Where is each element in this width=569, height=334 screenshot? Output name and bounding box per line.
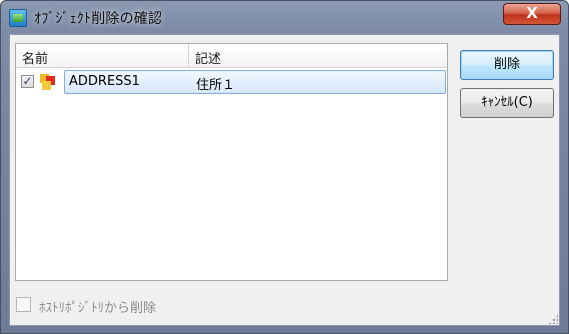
close-button[interactable]: X	[503, 3, 561, 25]
dialog-window: ｵﾌﾞｼﾞｪｸﾄ削除の確認 X 名前 記述 ✓ ADDRESS1 住所１ 削除 …	[0, 0, 569, 334]
app-icon	[9, 9, 27, 27]
column-header-name-label: 名前	[22, 52, 49, 67]
title-bar[interactable]: ｵﾌﾞｼﾞｪｸﾄ削除の確認 X	[1, 1, 568, 34]
close-icon: X	[526, 4, 538, 22]
resize-grip-icon[interactable]	[548, 314, 558, 324]
list-row[interactable]: ✓ ADDRESS1 住所１	[16, 70, 447, 94]
column-header-description-label: 記述	[195, 52, 222, 67]
object-list[interactable]: 名前 記述 ✓ ADDRESS1 住所１	[15, 43, 448, 281]
row-name-cell: ADDRESS1	[69, 74, 140, 89]
list-header: 名前 記述	[16, 44, 447, 68]
object-icon	[40, 74, 56, 90]
row-checkbox[interactable]: ✓	[21, 75, 34, 88]
row-description-cell: 住所１	[196, 78, 236, 93]
delete-button[interactable]: 削除	[460, 50, 554, 80]
column-header-description[interactable]: 記述	[189, 44, 447, 67]
cancel-button[interactable]: ｷｬﾝｾﾙ(C)	[460, 88, 554, 118]
remove-from-repository-label: ﾎｽﾄﾘﾎﾟｼﾞﾄﾘから削除	[39, 301, 157, 316]
window-title: ｵﾌﾞｼﾞｪｸﾄ削除の確認	[34, 11, 163, 27]
column-header-name[interactable]: 名前	[16, 44, 189, 67]
remove-from-repository-checkbox[interactable]	[16, 297, 31, 312]
dialog-client-area: 名前 記述 ✓ ADDRESS1 住所１ 削除 ｷｬﾝｾﾙ(C) ﾎｽﾄﾘﾎﾟｼ…	[9, 34, 560, 326]
